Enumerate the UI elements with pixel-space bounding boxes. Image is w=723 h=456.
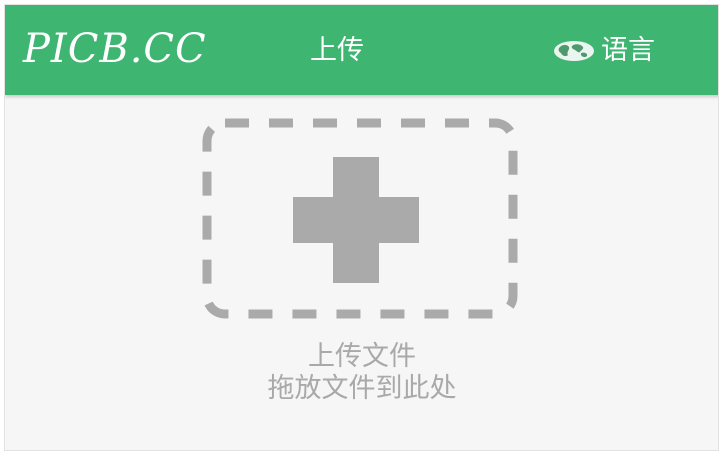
nav-upload-link[interactable]: 上传 — [310, 33, 364, 69]
plus-icon — [293, 157, 419, 283]
upload-instructions: 上传文件 拖放文件到此处 — [162, 341, 562, 405]
site-logo[interactable]: PICB.CC — [23, 27, 207, 71]
globe-icon — [554, 41, 594, 61]
upload-hint: 拖放文件到此处 — [267, 373, 457, 404]
language-selector[interactable]: 语言 — [553, 33, 655, 69]
app-frame: PICB.CC 上传 语言 上传文件 拖放文件到此处 — [4, 4, 719, 451]
dropzone-border — [202, 118, 518, 319]
upload-dropzone[interactable] — [202, 117, 518, 320]
upload-title: 上传文件 — [308, 341, 416, 372]
language-label: 语言 — [601, 35, 655, 66]
top-header: PICB.CC 上传 语言 — [5, 5, 718, 95]
